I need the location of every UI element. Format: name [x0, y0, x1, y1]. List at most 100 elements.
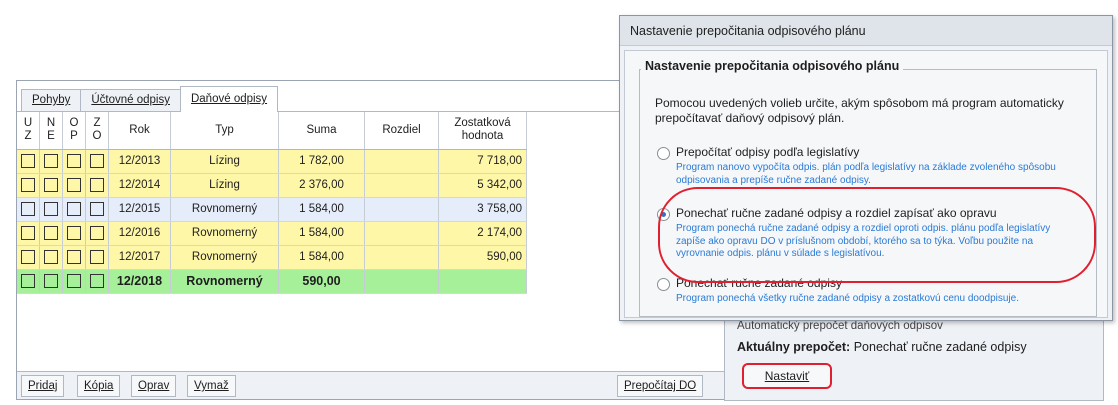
cell-rozdiel [364, 149, 439, 174]
checkbox-uz[interactable] [17, 149, 40, 174]
cell-rok: 12/2015 [108, 197, 171, 222]
checkbox-op[interactable] [62, 149, 86, 174]
checkbox-uz[interactable] [17, 269, 40, 294]
cell-typ: Rovnomerný [170, 245, 279, 270]
table-row[interactable]: 12/2016 Rovnomerný 1 584,00 2 174,00 [17, 221, 527, 246]
column-header-zo[interactable]: ZO [85, 112, 109, 150]
radio-keep-manual[interactable] [657, 278, 670, 291]
kopia-button[interactable]: Kópia [77, 375, 121, 397]
table-row[interactable]: 12/2013 Lízing 1 782,00 7 718,00 [17, 149, 527, 174]
cell-typ: Lízing [170, 149, 279, 174]
checkbox-zo[interactable] [85, 173, 109, 198]
oprav-button[interactable]: Oprav [131, 375, 177, 397]
column-header-ne[interactable]: NE [39, 112, 63, 150]
cell-zostatkova: 7 718,00 [438, 149, 527, 174]
cell-typ: Rovnomerný [170, 197, 279, 222]
cell-rozdiel [364, 269, 439, 294]
column-header-suma[interactable]: Suma [278, 112, 365, 150]
grid-toolbar: Pridaj Kópia Oprav Vymaž Prepočítaj DO [17, 371, 745, 399]
checkbox-op[interactable] [62, 173, 86, 198]
option-label[interactable]: Ponechať ručne zadané odpisy a rozdiel z… [676, 206, 997, 220]
prepocitaj-do-button[interactable]: Prepočítaj DO [617, 375, 704, 397]
checkbox-ne[interactable] [39, 173, 63, 198]
checkbox-ne[interactable] [39, 149, 63, 174]
option-description: Program ponechá ručne zadané odpisy a ro… [676, 223, 1051, 259]
group-title: Nastavenie prepočitania odpisového plánu [641, 59, 904, 73]
table-row[interactable]: 12/2017 Rovnomerný 1 584,00 590,00 [17, 245, 527, 270]
pridaj-button[interactable]: Pridaj [21, 375, 65, 397]
cell-rozdiel [364, 173, 439, 198]
table-row[interactable]: 12/2015 Rovnomerný 1 584,00 3 758,00 [17, 197, 527, 222]
dialog-intro: Pomocou uvedených volieb určite, akým sp… [655, 96, 1064, 125]
checkbox-op[interactable] [62, 245, 86, 270]
cell-rok: 12/2013 [108, 149, 171, 174]
tab-strip: Pohyby Účtovné odpisy Daňové odpisy [21, 86, 279, 112]
cell-suma: 1 584,00 [278, 221, 365, 246]
recalc-settings-dialog: Nastavenie prepočitania odpisového plánu… [619, 15, 1113, 321]
current-recalc-row: Aktuálny prepočet: Ponechať ručne zadané… [737, 340, 1027, 354]
cell-suma: 1 584,00 [278, 245, 365, 270]
column-header-zostatkova[interactable]: Zostatková hodnota [438, 112, 527, 150]
column-header-uz[interactable]: UZ [17, 112, 40, 150]
checkbox-uz[interactable] [17, 245, 40, 270]
tab-pohyby[interactable]: Pohyby [21, 89, 82, 111]
radio-keep-manual-correction[interactable] [657, 208, 670, 221]
cell-rozdiel [364, 245, 439, 270]
cell-zostatkova: 2 174,00 [438, 221, 527, 246]
cell-suma: 1 584,00 [278, 197, 365, 222]
checkbox-uz[interactable] [17, 173, 40, 198]
cell-rok: 12/2018 [108, 269, 171, 294]
auto-recalc-label: Automatický prepočet daňových odpisov [737, 320, 943, 332]
cell-typ: Lízing [170, 173, 279, 198]
cell-suma: 1 782,00 [278, 149, 365, 174]
checkbox-zo[interactable] [85, 197, 109, 222]
recalculation-status: Automatický prepočet daňových odpisov Ak… [724, 316, 1104, 401]
cell-zostatkova: 5 342,00 [438, 173, 527, 198]
option-description: Program nanovo vypočíta odpis. plán podľ… [676, 162, 1056, 186]
tab-danove-odpisy[interactable]: Daňové odpisy [179, 86, 279, 112]
cell-rozdiel [364, 197, 439, 222]
cell-typ: Rovnomerný [170, 269, 279, 294]
option-label[interactable]: Prepočítať odpisy podľa legislatívy [676, 145, 859, 159]
column-header-typ[interactable]: Typ [170, 112, 279, 150]
tab-uctovne-odpisy[interactable]: Účtovné odpisy [80, 89, 181, 111]
checkbox-zo[interactable] [85, 221, 109, 246]
checkbox-ne[interactable] [39, 245, 63, 270]
cell-zostatkova: 590,00 [438, 245, 527, 270]
checkbox-uz[interactable] [17, 197, 40, 222]
cell-zostatkova: 3 758,00 [438, 197, 527, 222]
cell-rok: 12/2014 [108, 173, 171, 198]
column-header-rok[interactable]: Rok [108, 112, 171, 150]
checkbox-zo[interactable] [85, 149, 109, 174]
current-recalc-value: Ponechať ručne zadané odpisy [853, 340, 1027, 354]
cell-suma: 590,00 [278, 269, 365, 294]
cell-rozdiel [364, 221, 439, 246]
option-label[interactable]: Ponechať ručne zadané odpisy [676, 276, 842, 290]
column-header-op[interactable]: OP [62, 112, 86, 150]
checkbox-uz[interactable] [17, 221, 40, 246]
column-header-rozdiel[interactable]: Rozdiel [364, 112, 439, 150]
checkbox-ne[interactable] [39, 269, 63, 294]
checkbox-op[interactable] [62, 269, 86, 294]
dialog-body: Nastavenie prepočitania odpisového plánu… [624, 50, 1108, 318]
option-description: Program ponechá všetky ručne zadané odpi… [676, 293, 1019, 304]
current-recalc-label: Aktuálny prepočet: [737, 340, 851, 354]
nastavit-button[interactable]: Nastaviť [742, 363, 832, 389]
checkbox-op[interactable] [62, 221, 86, 246]
dialog-title: Nastavenie prepočitania odpisového plánu [620, 16, 1112, 46]
table-row[interactable]: 12/2014 Lízing 2 376,00 5 342,00 [17, 173, 527, 198]
cell-rok: 12/2016 [108, 221, 171, 246]
cell-zostatkova [438, 269, 527, 294]
radio-legislation[interactable] [657, 147, 670, 160]
checkbox-ne[interactable] [39, 221, 63, 246]
tax-depreciation-grid: UZ NE OP ZO Rok Typ Suma Rozdiel Zostatk… [17, 112, 527, 294]
table-row[interactable]: 12/2018 Rovnomerný 590,00 [17, 269, 527, 294]
checkbox-zo[interactable] [85, 269, 109, 294]
cell-rok: 12/2017 [108, 245, 171, 270]
checkbox-zo[interactable] [85, 245, 109, 270]
grid-header-row: UZ NE OP ZO Rok Typ Suma Rozdiel Zostatk… [17, 112, 527, 150]
cell-typ: Rovnomerný [170, 221, 279, 246]
checkbox-op[interactable] [62, 197, 86, 222]
checkbox-ne[interactable] [39, 197, 63, 222]
vymaz-button[interactable]: Vymaž [187, 375, 236, 397]
